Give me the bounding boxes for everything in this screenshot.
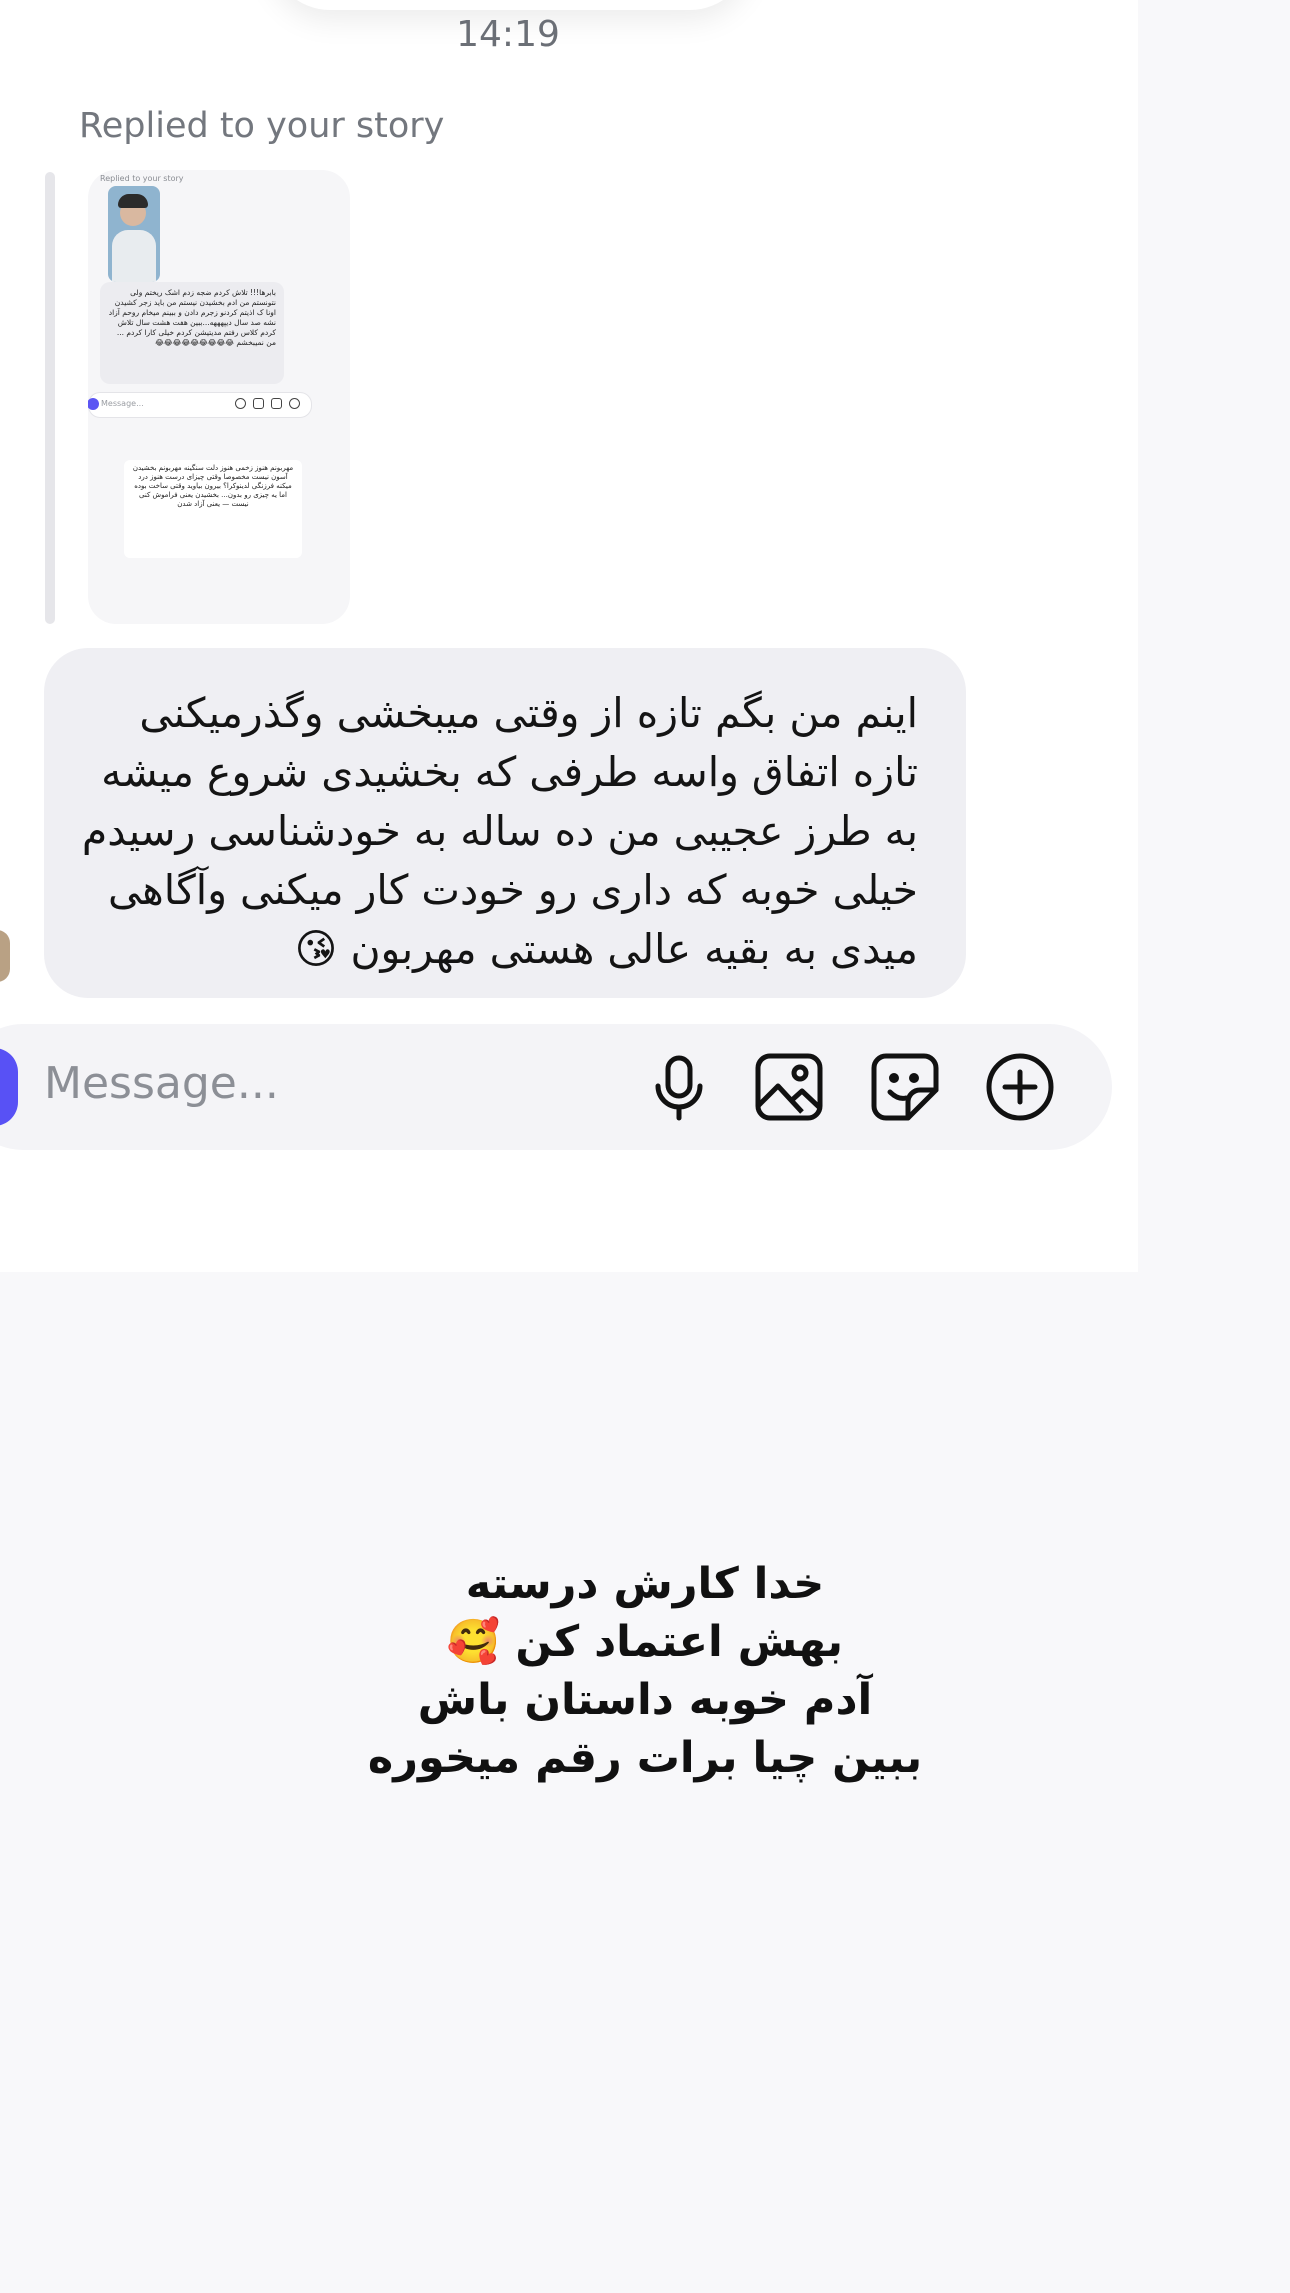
story-photo [108,186,160,282]
reply-indicator-bar [45,172,55,624]
story-preview-label: Replied to your story [100,174,184,183]
story-preview-plus-icon [289,398,300,409]
chat-screenshot: 14:19 Replied to your story Replied to y… [0,0,1138,1272]
story-preview[interactable]: Replied to your story بابرها!!! تلاش کرد… [88,170,350,624]
sticker-icon[interactable] [868,1050,942,1124]
message-bubble[interactable]: اینم من بگم تازه از وقتی میبخشی وگذرمیکن… [44,648,966,998]
caption-line: ببین چیا برات رقم میخوره [367,1733,923,1783]
message-input[interactable]: Message... [44,1058,279,1109]
story-preview-composer: Message... [88,392,312,418]
message-timestamp: 14:19 [456,14,560,55]
story-preview-camera-icon [88,398,99,410]
story-reply-label: Replied to your story [79,106,445,146]
plus-circle-icon[interactable] [983,1050,1057,1124]
story-preview-message: بابرها!!! تلاش کردم ضجه زدم اشک ریختم ول… [100,282,284,384]
story-preview-sticker-icon [271,398,282,409]
story-preview-note: مهربونم هنوز زخمی هنوز دلت سنگینه مهربون… [124,460,302,558]
caption-line: بهش اعتماد کن 🥰 [446,1617,844,1667]
caption-text: خدا کارش درسته بهش اعتماد کن 🥰 آدم خوبه … [0,1555,1290,1787]
header-shadow [270,0,750,10]
caption-line: آدم خوبه داستان باش [417,1675,873,1725]
microphone-icon[interactable] [642,1050,716,1124]
story-preview-mic-icon [235,398,246,409]
story-preview-placeholder: Message... [101,399,144,408]
caption-line: خدا کارش درسته [465,1559,825,1609]
avatar[interactable] [0,930,10,982]
image-icon[interactable] [752,1050,826,1124]
story-preview-image-icon [253,398,264,409]
